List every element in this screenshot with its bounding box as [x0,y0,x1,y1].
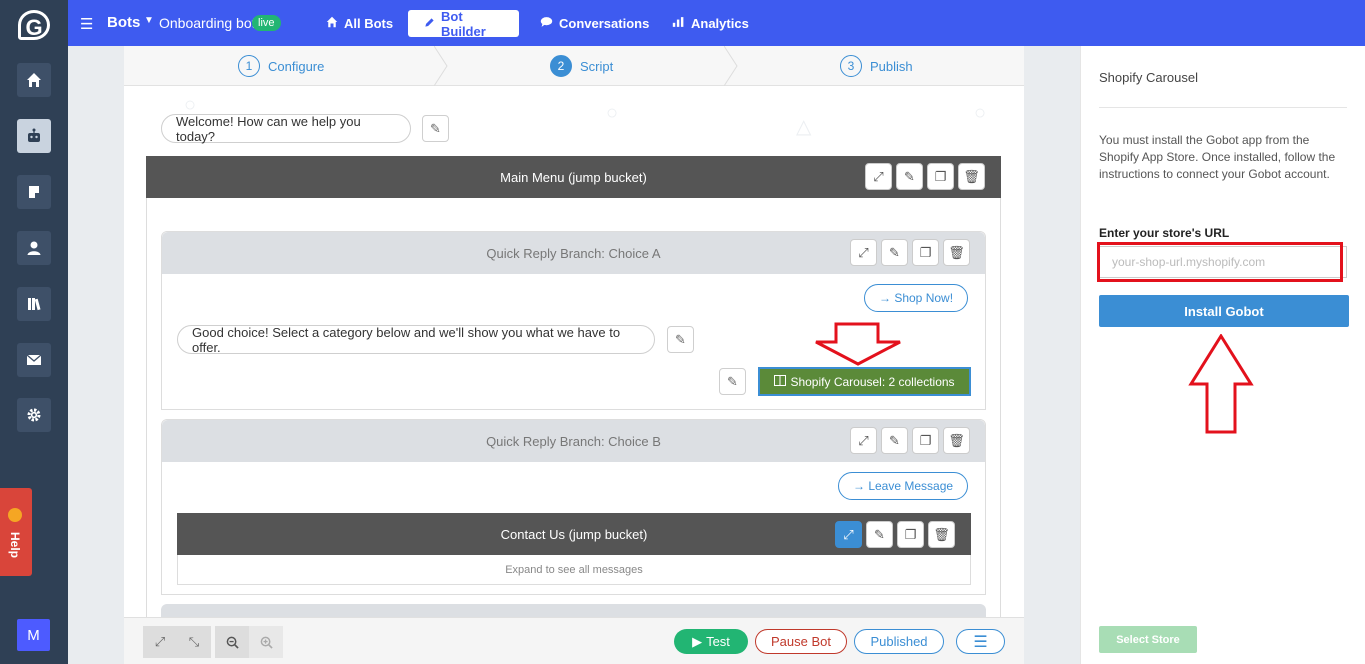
user-avatar[interactable]: M [17,619,50,651]
edit-icon[interactable]: ✎ [881,427,908,454]
pencil-icon [424,16,435,31]
help-label: Help [8,532,22,559]
step-separator [724,46,738,86]
collapse-icon[interactable]: ⤢ [865,163,892,190]
step-configure[interactable]: 1 Configure [238,55,324,77]
tab-analytics[interactable]: Analytics [656,10,765,37]
zoom-out-icon[interactable] [215,626,249,658]
step-separator [434,46,448,86]
expand-all-icon[interactable]: ⤢ [143,626,177,658]
shopify-carousel-button[interactable]: Shopify Carousel: 2 collections [758,367,971,396]
store-url-label: Enter your store's URL [1099,226,1230,240]
edit-icon[interactable]: ✎ [719,368,746,395]
bar-chart-icon [672,16,685,31]
builder-steps: 1 Configure 2 Script 3 Publish [124,46,1024,86]
branch-a-message[interactable]: Good choice! Select a category below and… [177,325,655,355]
left-sidebar: G Help M [0,0,68,664]
pause-bot-button[interactable]: Pause Bot [755,629,847,654]
copy-icon[interactable]: ❐ [912,427,939,454]
bookmark-icon[interactable] [17,175,51,209]
edit-icon[interactable]: ✎ [866,521,893,548]
chat-icon [540,16,553,31]
play-icon: ▶ [692,633,703,649]
edit-icon[interactable]: ✎ [896,163,923,190]
trash-icon[interactable]: 🗑 [943,427,970,454]
collapse-icon[interactable]: ⤢ [850,427,877,454]
copy-icon[interactable]: ❐ [927,163,954,190]
gear-icon[interactable] [17,398,51,432]
tab-conversations[interactable]: Conversations [524,10,665,37]
tab-bot-builder[interactable]: Bot Builder [408,9,519,39]
select-store-button[interactable]: Select Store [1099,626,1197,653]
menu-icon[interactable]: ☰ [956,629,1005,654]
expand-icon[interactable]: ⤢ [835,521,862,548]
collapse-all-icon[interactable]: ⤡ [177,626,211,658]
user-icon[interactable] [17,231,51,265]
panel-title: Shopify Carousel [1099,70,1198,85]
help-icon [8,508,22,522]
contact-us-hint[interactable]: Expand to see all messages [177,555,971,585]
step-script[interactable]: 2 Script [550,55,613,77]
next-branch-peek [161,604,986,617]
edit-icon[interactable]: ✎ [881,239,908,266]
robot-icon[interactable] [17,119,51,153]
mail-icon[interactable] [17,343,51,377]
trash-icon[interactable]: 🗑 [943,239,970,266]
builder-bottom-bar: ⤢ ⤡ ▶ Test Pause Bot Published ☰ [124,617,1024,664]
install-gobot-button[interactable]: Install Gobot [1099,295,1349,327]
quick-reply-shop-now[interactable]: → Shop Now! [864,284,969,312]
hamburger-menu-icon[interactable]: ☰ [80,15,93,33]
trash-icon[interactable]: 🗑 [928,521,955,548]
test-button[interactable]: ▶ Test [674,629,748,654]
annotation-arrow-up-icon [1188,334,1254,434]
home-icon [326,16,338,31]
store-url-input[interactable] [1099,246,1347,278]
help-tab[interactable]: Help [0,488,32,576]
tab-all-bots[interactable]: All Bots [310,10,409,37]
collapse-icon[interactable]: ⤢ [850,239,877,266]
library-icon[interactable] [17,287,51,321]
gobot-logo[interactable]: G [18,10,50,40]
home-icon[interactable] [17,63,51,97]
status-badge: live [252,15,281,31]
columns-icon [774,374,787,389]
panel-divider [1099,107,1347,108]
panel-description: You must install the Gobot app from the … [1099,133,1336,181]
quick-reply-leave-message[interactable]: → Leave Message [838,472,969,500]
bots-dropdown[interactable]: Bots [107,14,140,31]
published-button[interactable]: Published [854,629,944,654]
top-navbar: ☰ Bots ▼ Onboarding bot live All Bots Bo… [68,0,1365,46]
edit-icon[interactable]: ✎ [422,115,449,142]
zoom-in-icon[interactable] [249,626,283,658]
welcome-message[interactable]: Welcome! How can we help you today? [161,114,411,144]
trash-icon[interactable]: 🗑 [958,163,985,190]
settings-panel: Shopify Carousel You must install the Go… [1080,46,1365,664]
caret-down-icon[interactable]: ▼ [144,15,154,26]
bot-name: Onboarding bot [159,15,256,31]
edit-icon[interactable]: ✎ [667,326,694,353]
step-publish[interactable]: 3 Publish [840,55,913,77]
copy-icon[interactable]: ❐ [912,239,939,266]
copy-icon[interactable]: ❐ [897,521,924,548]
